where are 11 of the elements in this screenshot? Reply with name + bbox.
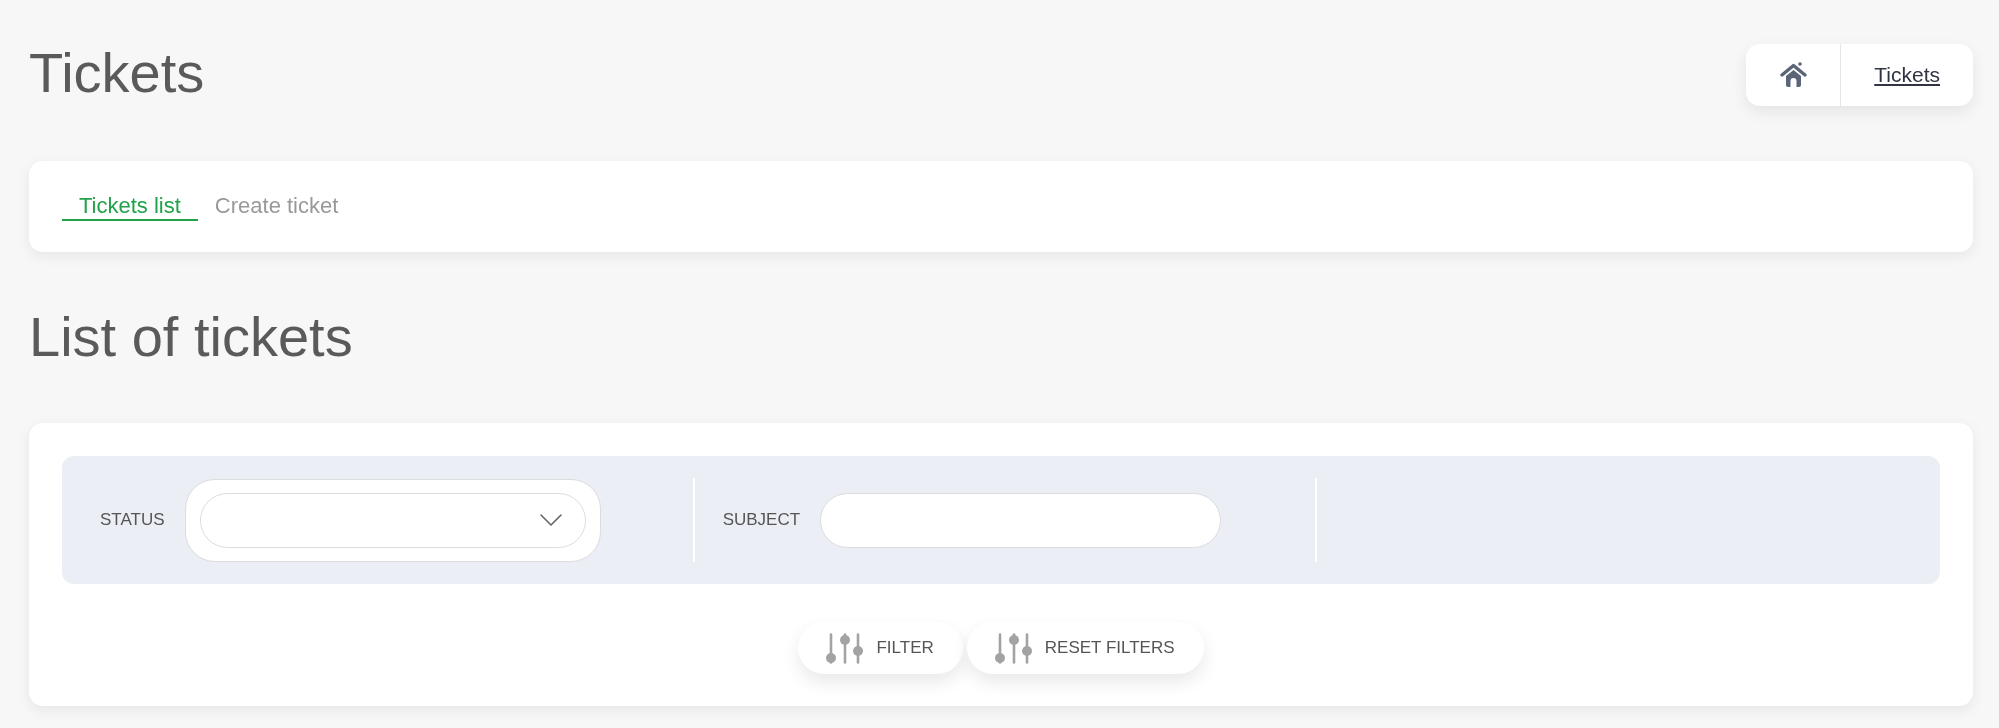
status-label: STATUS xyxy=(100,510,165,530)
page-title: Tickets xyxy=(29,43,205,103)
filter-button[interactable]: FILTER xyxy=(798,622,963,674)
reset-filters-button[interactable]: RESET FILTERS xyxy=(966,622,1204,674)
section-title: List of tickets xyxy=(29,307,353,367)
breadcrumb-link[interactable]: Tickets xyxy=(1874,63,1940,87)
chevron-down-icon xyxy=(539,514,562,526)
sliders-icon xyxy=(826,632,864,664)
home-icon[interactable] xyxy=(1779,62,1807,88)
sliders-icon xyxy=(994,632,1032,664)
subject-label: SUBJECT xyxy=(722,510,801,530)
